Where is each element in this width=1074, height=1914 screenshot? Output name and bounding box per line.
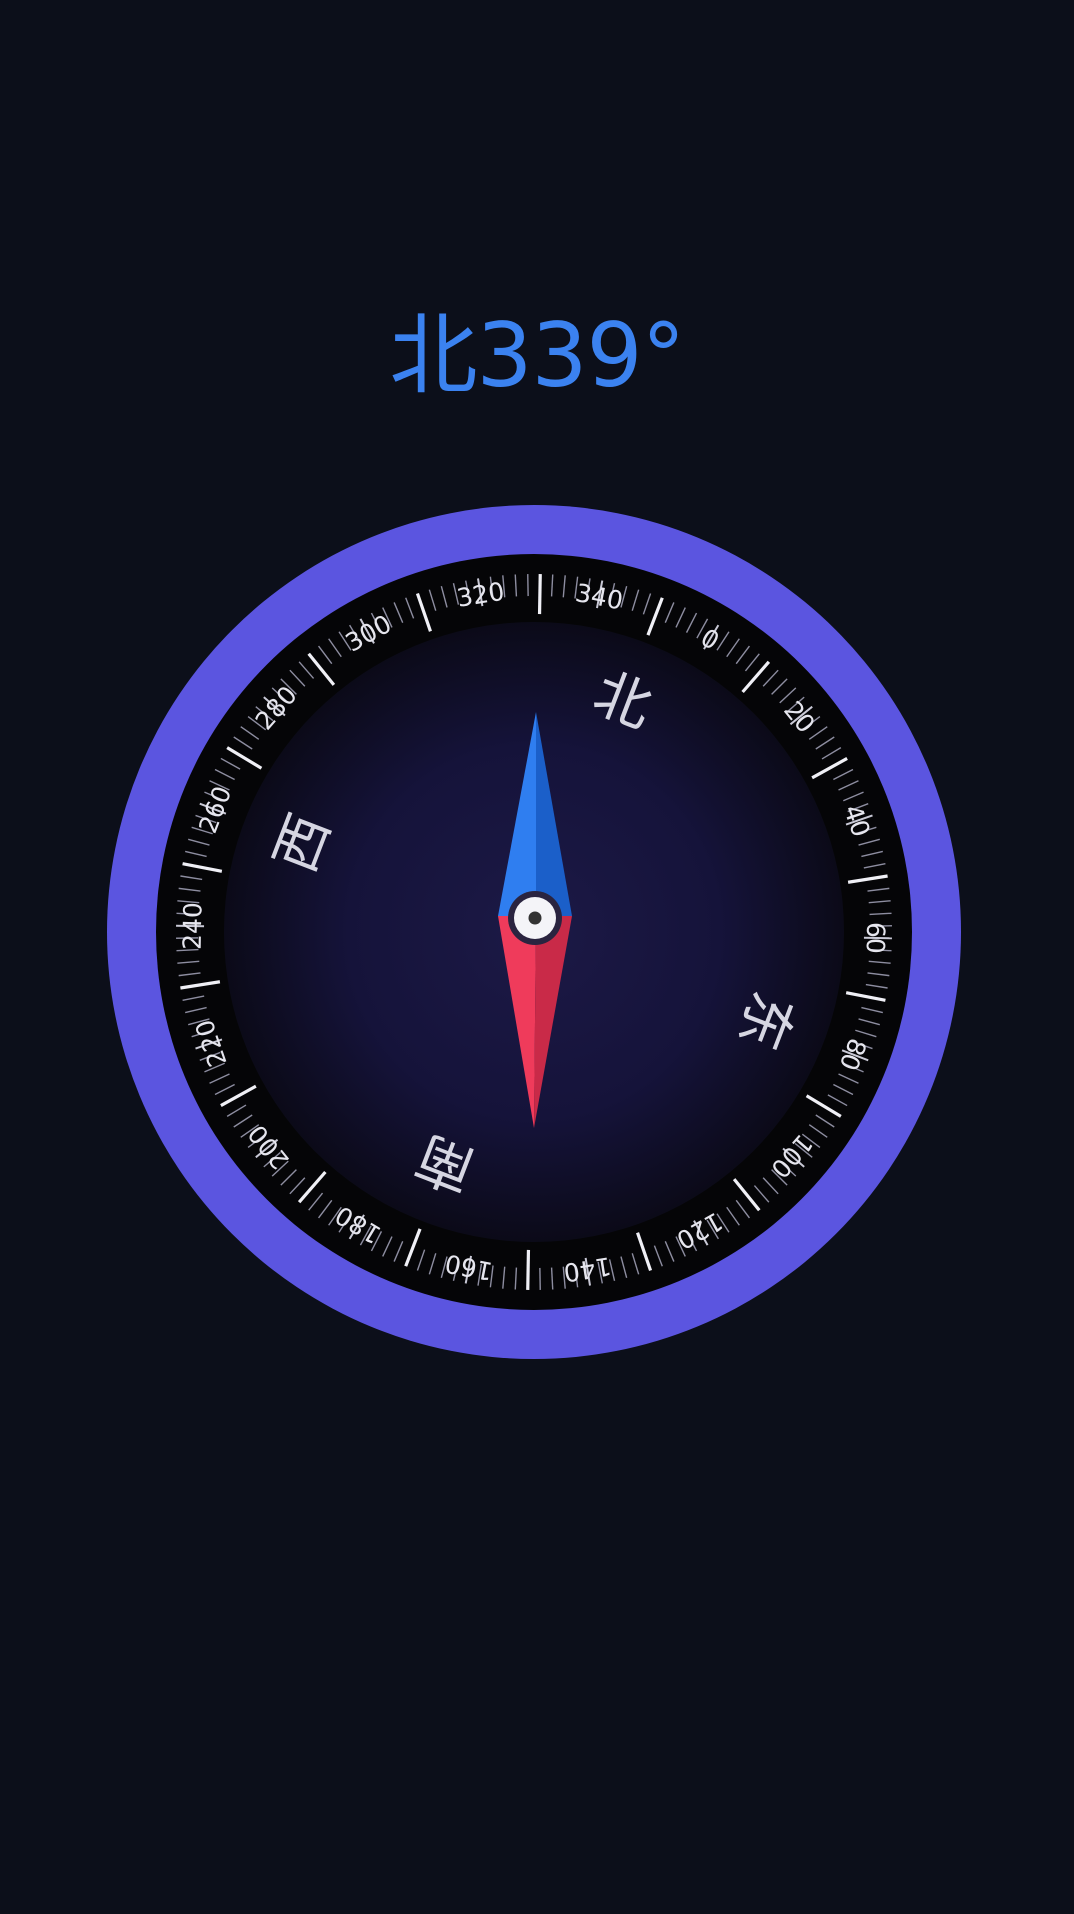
needle-hub-dot (528, 911, 542, 925)
compass-dial: 0204060801001201401601802002202402602803… (107, 505, 961, 1359)
dial-label: 60 (861, 922, 891, 954)
dial-label: 240 (178, 902, 208, 950)
compass-screen: 北339° 0 20 40 60 80 100 120 140 160 180 200 220 240 2… (0, 0, 1074, 1914)
